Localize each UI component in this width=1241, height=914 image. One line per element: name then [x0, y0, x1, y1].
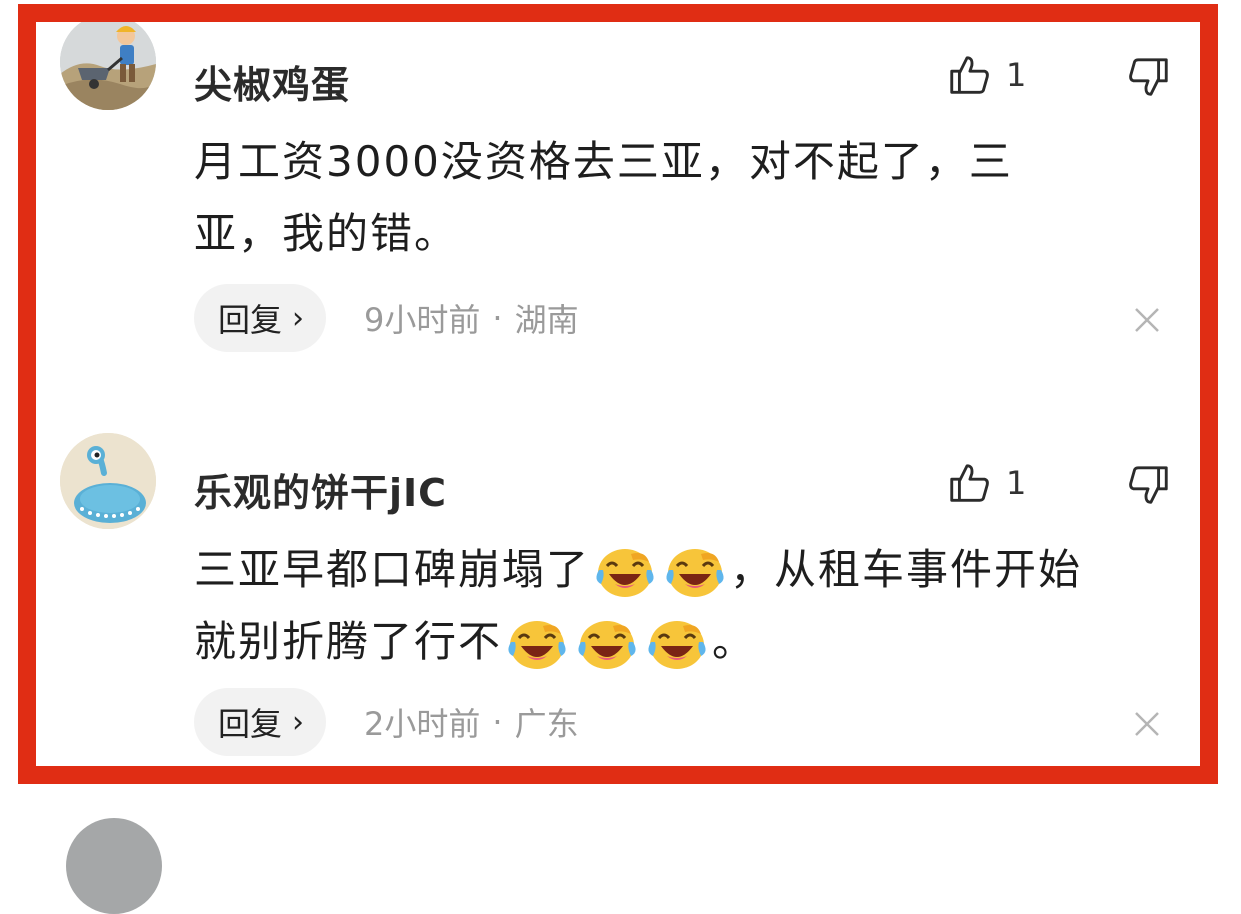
comment-text-line: 月工资3000没资格去三亚，对不起了，三	[194, 137, 1013, 186]
comment-item: 乐观的饼干jIC 1 三亚早都口碑崩塌了 ，从租车事件开始 就别折腾了行不 。 回复…	[36, 422, 1200, 766]
highlight-frame: 尖椒鸡蛋 1 月工资3000没资格去三亚，对不起了，三 亚，我的错。 回复 › …	[18, 4, 1218, 784]
comment-meta: 2小时前 · 广东	[364, 699, 579, 745]
username[interactable]: 乐观的饼干jIC	[194, 462, 447, 517]
reply-button[interactable]: 回复 ›	[194, 688, 327, 756]
avatar[interactable]	[60, 22, 156, 110]
meta-row: 回复 › 9小时前 · 湖南	[194, 284, 579, 352]
thumbs-up-icon	[950, 464, 989, 502]
comment-text-line: 三亚早都口碑崩塌了 ，从租车事件开始	[194, 534, 1194, 606]
comment-item: 尖椒鸡蛋 1 月工资3000没资格去三亚，对不起了，三 亚，我的错。 回复 › …	[36, 22, 1200, 402]
chevron-right-icon: ›	[292, 300, 305, 336]
chevron-right-icon: ›	[292, 704, 305, 740]
text-segment: 三亚早都口碑崩塌了	[194, 545, 591, 594]
dislike-button[interactable]	[1126, 462, 1172, 512]
like-button[interactable]: 1	[946, 460, 1026, 506]
laughing-crying-emoji-icon	[642, 617, 712, 669]
dismiss-button[interactable]	[1132, 305, 1162, 339]
comment-text-line: 就别折腾了行不 。	[194, 606, 1194, 678]
like-count: 1	[1006, 56, 1027, 94]
like-button[interactable]: 1	[946, 52, 1026, 98]
laughing-crying-emoji-icon	[660, 545, 730, 597]
reply-label: 回复	[218, 705, 283, 743]
comment-meta: 9小时前 · 湖南	[364, 295, 579, 341]
laughing-crying-emoji-icon	[502, 617, 572, 669]
comment-text: 月工资3000没资格去三亚，对不起了，三 亚，我的错。	[194, 126, 1194, 270]
close-icon	[1135, 308, 1159, 332]
timestamp: 2小时前	[364, 705, 481, 743]
text-segment: 就别折腾了行不	[194, 617, 503, 666]
location: 广东	[514, 705, 579, 743]
worker-wheelbarrow-avatar	[60, 22, 156, 110]
meta-separator: ·	[492, 703, 503, 741]
text-segment: ，从租车事件开始	[730, 545, 1083, 594]
reply-label: 回复	[218, 301, 283, 339]
laughing-crying-emoji-icon	[572, 617, 642, 669]
meta-row: 回复 › 2小时前 · 广东	[194, 688, 579, 756]
username[interactable]: 尖椒鸡蛋	[194, 54, 350, 109]
comment-text-line: 亚，我的错。	[194, 209, 459, 258]
timestamp: 9小时前	[364, 301, 481, 339]
comment-text: 三亚早都口碑崩塌了 ，从租车事件开始 就别折腾了行不 。	[194, 534, 1194, 678]
location: 湖南	[514, 301, 579, 339]
dislike-button[interactable]	[1126, 54, 1172, 104]
thumbs-down-icon	[1129, 466, 1168, 504]
meta-separator: ·	[492, 299, 503, 337]
alien-cartoon-avatar	[60, 433, 156, 529]
thumbs-down-icon	[1129, 58, 1168, 96]
avatar[interactable]	[60, 433, 156, 529]
reply-button[interactable]: 回复 ›	[194, 284, 327, 352]
thumbs-up-icon	[950, 56, 989, 94]
text-segment: 。	[712, 617, 757, 666]
avatar[interactable]	[66, 818, 162, 914]
laughing-crying-emoji-icon	[590, 545, 660, 597]
dismiss-button[interactable]	[1132, 709, 1162, 743]
close-icon	[1135, 712, 1159, 736]
like-count: 1	[1006, 464, 1027, 502]
